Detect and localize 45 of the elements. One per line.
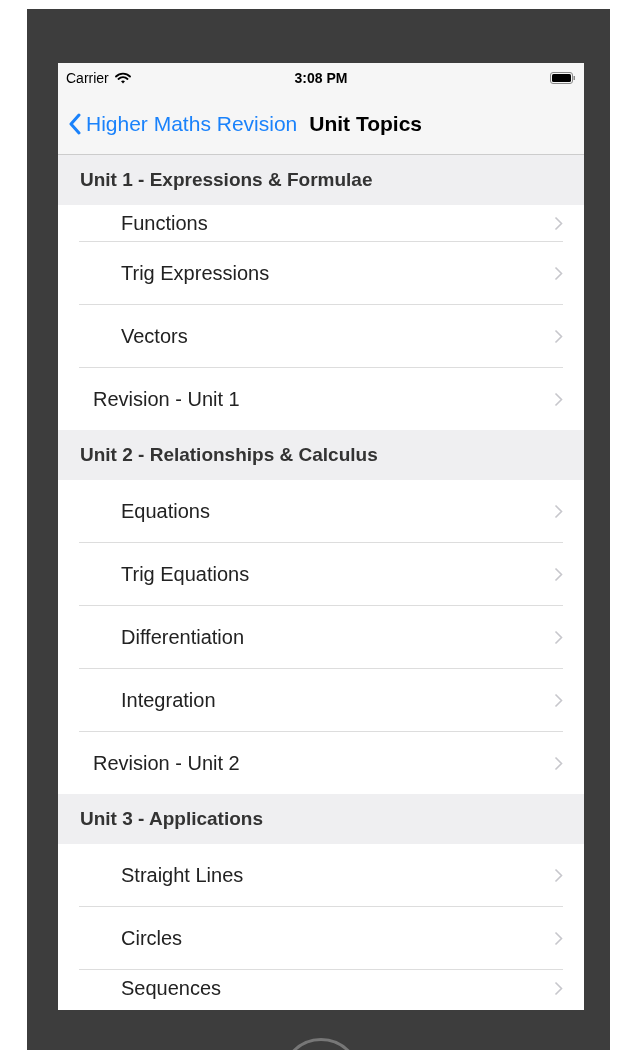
clock: 3:08 PM (294, 70, 348, 86)
list-row[interactable]: Integration (79, 669, 563, 732)
chevron-right-icon (554, 755, 563, 771)
row-label: Integration (121, 688, 216, 712)
wifi-icon (114, 72, 131, 84)
row-label: Sequences (121, 976, 222, 1000)
row-label: Revision - Unit 2 (93, 751, 240, 775)
section-header: Unit 1 - Expressions & Formulae (58, 155, 584, 205)
list-row[interactable]: Trig Equations (79, 543, 563, 606)
list-row[interactable]: Circles (79, 907, 563, 970)
chevron-right-icon (554, 629, 563, 645)
row-label: Straight Lines (121, 863, 244, 887)
chevron-right-icon (554, 265, 563, 281)
list-row[interactable]: Straight Lines (79, 844, 563, 907)
list-row[interactable]: Vectors (79, 305, 563, 368)
row-label: Trig Expressions (121, 261, 270, 285)
chevron-right-icon (554, 980, 563, 996)
chevron-right-icon (554, 930, 563, 946)
list-row[interactable]: Sequences (79, 970, 563, 1006)
nav-title: Unit Topics (309, 111, 423, 136)
list-row[interactable]: Revision - Unit 2 (79, 732, 563, 794)
list-row[interactable]: Revision - Unit 1 (79, 368, 563, 430)
list-row[interactable]: Trig Expressions (79, 242, 563, 305)
row-label: Vectors (121, 324, 188, 348)
row-label: Circles (121, 926, 183, 950)
carrier-label: Carrier (66, 70, 109, 86)
chevron-right-icon (554, 391, 563, 407)
chevron-right-icon (554, 566, 563, 582)
list-row[interactable]: Functions (79, 205, 563, 242)
row-label: Equations (121, 499, 210, 523)
section-header: Unit 3 - Applications (58, 794, 584, 844)
row-label: Differentiation (121, 625, 245, 649)
row-label: Functions (121, 211, 208, 235)
chevron-right-icon (554, 867, 563, 883)
row-label: Trig Equations (121, 562, 250, 586)
chevron-left-icon (68, 112, 81, 135)
chevron-right-icon (554, 215, 563, 231)
list-row[interactable]: Equations (79, 480, 563, 543)
chevron-right-icon (554, 692, 563, 708)
chevron-right-icon (554, 328, 563, 344)
battery-icon (550, 72, 576, 84)
chevron-right-icon (554, 503, 563, 519)
list-row[interactable]: Differentiation (79, 606, 563, 669)
section-header: Unit 2 - Relationships & Calculus (58, 430, 584, 480)
row-label: Revision - Unit 1 (93, 387, 240, 411)
